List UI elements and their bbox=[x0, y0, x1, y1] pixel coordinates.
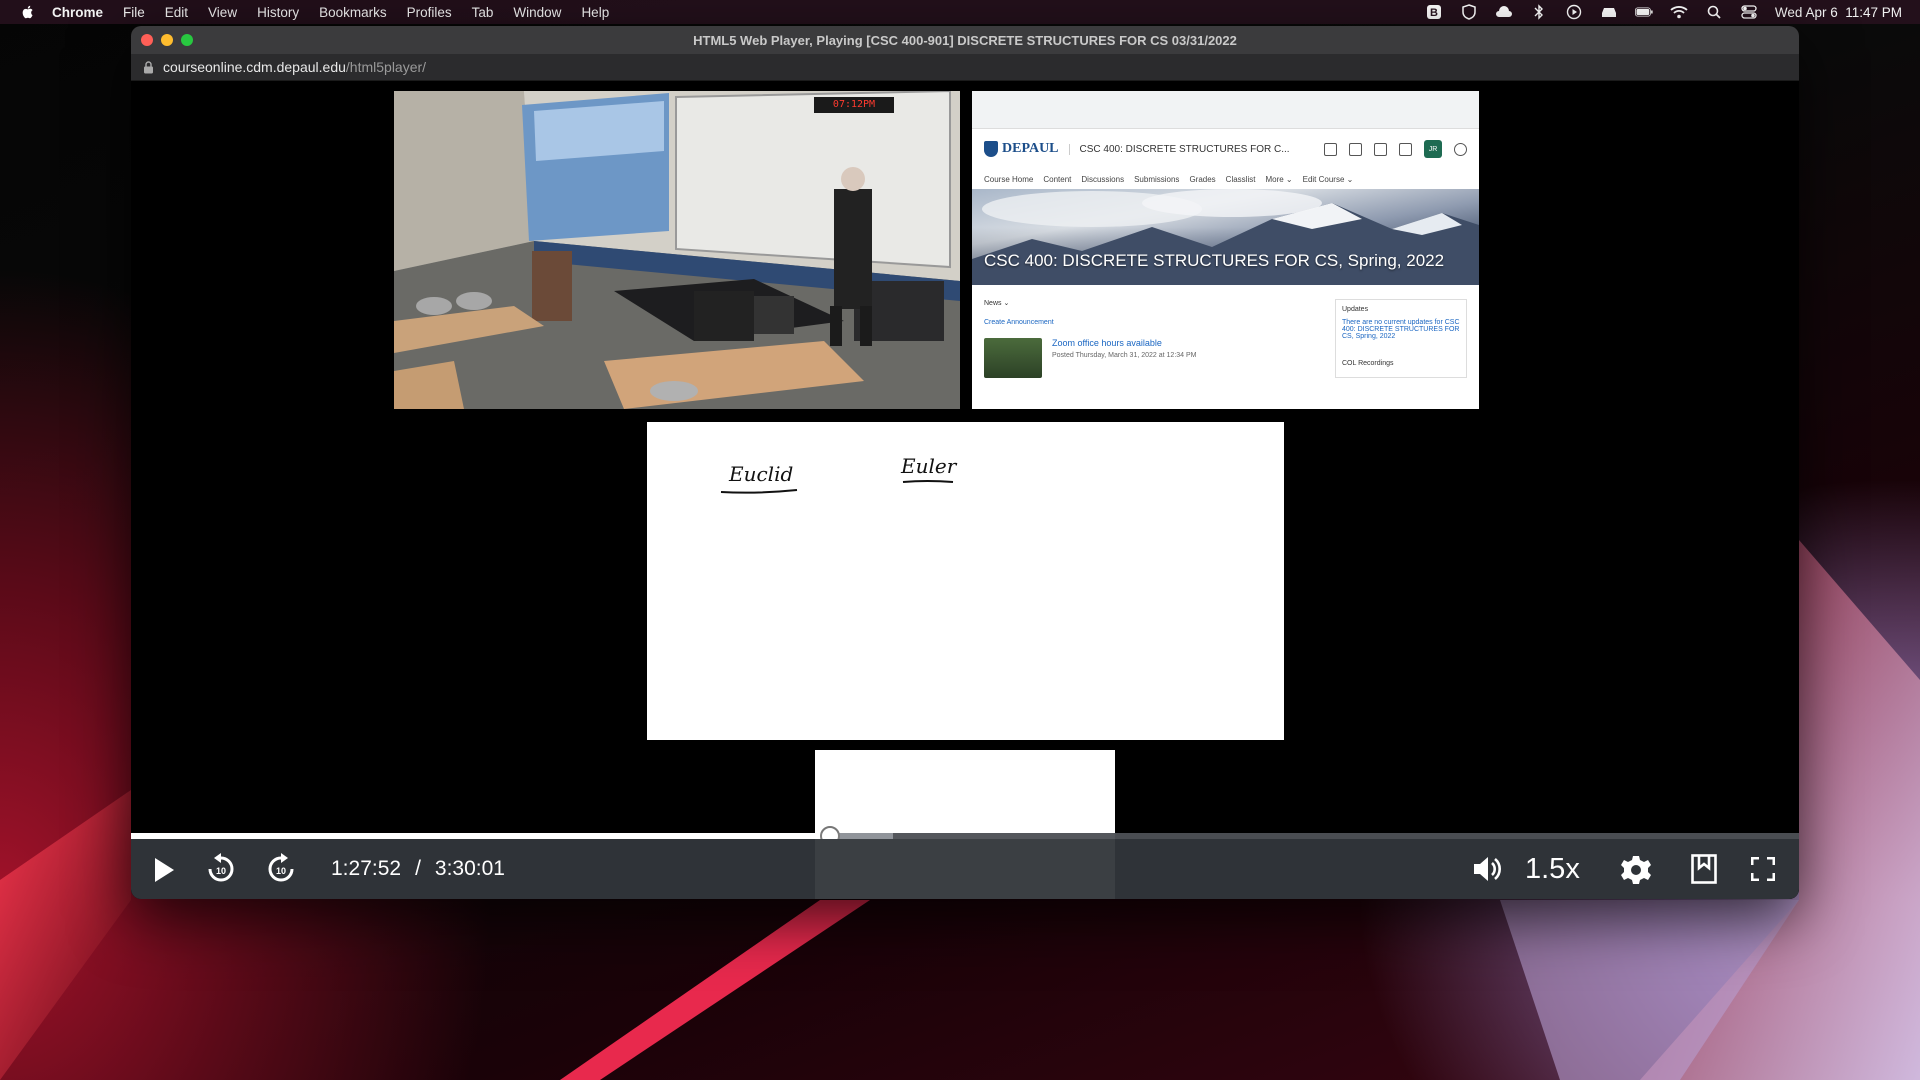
menu-app-name[interactable]: Chrome bbox=[52, 5, 103, 20]
bluetooth-icon[interactable] bbox=[1530, 4, 1548, 20]
search-icon[interactable] bbox=[1705, 4, 1723, 20]
news-item-title: Zoom office hours available bbox=[1052, 338, 1162, 348]
duration: 3:30:01 bbox=[434, 857, 505, 880]
shared-nav-item: Classlist bbox=[1225, 174, 1256, 184]
address-bar[interactable]: courseonline.cdm.depaul.edu/html5player/ bbox=[131, 54, 1799, 81]
news-label: News ⌄ bbox=[984, 300, 1010, 307]
control-center-icon[interactable] bbox=[1740, 4, 1758, 20]
menu-history[interactable]: History bbox=[257, 5, 299, 20]
depaul-logo: DEPAUL bbox=[984, 141, 1059, 157]
menu-help[interactable]: Help bbox=[581, 5, 609, 20]
classroom-camera-feed: 07:12PM bbox=[394, 91, 960, 409]
menu-bookmarks[interactable]: Bookmarks bbox=[319, 5, 387, 20]
course-banner: CSC 400: DISCRETE STRUCTURES FOR CS, Spr… bbox=[972, 189, 1479, 285]
volume-icon bbox=[1474, 857, 1501, 881]
mail-icon bbox=[1349, 142, 1362, 156]
updates-text: There are no current updates for CSC 400… bbox=[1342, 319, 1460, 340]
camera-wall-clock: 07:12PM bbox=[814, 97, 894, 113]
menu-edit[interactable]: Edit bbox=[165, 5, 188, 20]
forward-10-icon: 10 bbox=[268, 853, 294, 882]
bookmark-icon bbox=[1691, 854, 1717, 884]
browser-window: HTML5 Web Player, Playing [CSC 400-901] … bbox=[131, 26, 1799, 899]
time-display: 1:27:52 / 3:30:01 bbox=[331, 857, 505, 881]
shared-nav-item: Submissions bbox=[1134, 174, 1180, 184]
gear-icon bbox=[1454, 142, 1467, 156]
url-path: /html5player/ bbox=[345, 59, 427, 75]
create-announcement-link: Create Announcement bbox=[984, 319, 1054, 326]
bookmark-button[interactable] bbox=[1689, 853, 1719, 885]
menu-view[interactable]: View bbox=[208, 5, 237, 20]
player-controls: 10 10 1:27:52/3:30:01 1.5x bbox=[131, 833, 1799, 899]
screen-share-feed: DEPAUL CSC 400: DISCRETE STRUCTURES FOR … bbox=[972, 91, 1479, 409]
seek-hover-highlight bbox=[815, 833, 1115, 899]
user-avatar: JR bbox=[1424, 140, 1442, 158]
whiteboard-feed: Euclid Euler bbox=[647, 422, 1284, 740]
play-button[interactable] bbox=[149, 855, 179, 885]
shared-nav-item: Grades bbox=[1189, 174, 1216, 184]
shared-nav-item: More ⌄ bbox=[1265, 174, 1293, 184]
svg-text:B: B bbox=[1430, 7, 1438, 19]
video-player[interactable]: 07:12PM DEPAUL CSC 400: DISCRETE STRUCTU… bbox=[131, 81, 1799, 899]
time-separator: / bbox=[415, 857, 421, 880]
fullscreen-icon bbox=[1751, 857, 1775, 881]
shared-browser-chrome bbox=[972, 91, 1479, 129]
grid-icon bbox=[1324, 142, 1337, 156]
car-icon[interactable] bbox=[1600, 4, 1618, 20]
col-recordings-label: COL Recordings bbox=[1342, 360, 1394, 367]
fullscreen-button[interactable] bbox=[1749, 855, 1777, 883]
news-item-meta: Posted Thursday, March 31, 2022 at 12:34… bbox=[1052, 352, 1197, 359]
battery-icon[interactable] bbox=[1634, 4, 1653, 20]
maximize-window-button[interactable] bbox=[181, 34, 193, 46]
svg-text:10: 10 bbox=[216, 866, 226, 876]
cloud-icon[interactable] bbox=[1495, 4, 1513, 20]
menu-profiles[interactable]: Profiles bbox=[407, 5, 452, 20]
menu-bar: Chrome File Edit View History Bookmarks … bbox=[0, 0, 1920, 24]
play-circle-icon[interactable] bbox=[1565, 4, 1583, 20]
news-thumbnail bbox=[984, 338, 1042, 378]
course-banner-title: CSC 400: DISCRETE STRUCTURES FOR CS, Spr… bbox=[984, 251, 1445, 270]
window-titlebar: HTML5 Web Player, Playing [CSC 400-901] … bbox=[131, 26, 1799, 54]
shared-lms-header: DEPAUL CSC 400: DISCRETE STRUCTURES FOR … bbox=[972, 129, 1479, 169]
window-title: HTML5 Web Player, Playing [CSC 400-901] … bbox=[693, 32, 1237, 48]
wifi-icon[interactable] bbox=[1670, 4, 1688, 20]
svg-text:10: 10 bbox=[276, 866, 286, 876]
settings-button[interactable] bbox=[1619, 853, 1653, 887]
menu-file[interactable]: File bbox=[123, 5, 145, 20]
bell-icon bbox=[1399, 142, 1412, 156]
forward-10-button[interactable]: 10 bbox=[263, 851, 299, 887]
close-window-button[interactable] bbox=[141, 34, 153, 46]
lock-icon bbox=[144, 60, 153, 73]
menu-window[interactable]: Window bbox=[513, 5, 561, 20]
b-icon[interactable]: B bbox=[1425, 4, 1443, 20]
shared-nav-item: Content bbox=[1043, 174, 1072, 184]
current-time: 1:27:52 bbox=[331, 857, 402, 880]
shield-icon[interactable] bbox=[1460, 4, 1478, 20]
rewind-10-icon: 10 bbox=[208, 853, 234, 882]
minimize-window-button[interactable] bbox=[161, 34, 173, 46]
chat-icon bbox=[1374, 142, 1387, 156]
shared-course-nav: Course Home Content Discussions Submissi… bbox=[972, 169, 1479, 189]
gear-icon bbox=[1621, 856, 1651, 884]
updates-widget: Updates There are no current updates for… bbox=[1335, 299, 1467, 378]
shared-nav-item: Edit Course ⌄ bbox=[1302, 174, 1354, 184]
url-host: courseonline.cdm.depaul.edu bbox=[163, 59, 346, 75]
volume-button[interactable] bbox=[1471, 853, 1505, 885]
apple-icon[interactable] bbox=[20, 4, 36, 20]
menubar-clock[interactable]: Wed Apr 6 11:47 PM bbox=[1775, 5, 1902, 20]
menu-tab[interactable]: Tab bbox=[472, 5, 494, 20]
shared-nav-item: Discussions bbox=[1081, 174, 1125, 184]
play-icon bbox=[155, 858, 174, 882]
shared-course-body: News ⌄ Create Announcement Zoom office h… bbox=[972, 285, 1479, 392]
rewind-10-button[interactable]: 10 bbox=[203, 851, 239, 887]
updates-label: Updates bbox=[1342, 306, 1369, 313]
playback-speed-button[interactable]: 1.5x bbox=[1525, 853, 1580, 886]
shared-course-title: CSC 400: DISCRETE STRUCTURES FOR C... bbox=[1068, 143, 1290, 155]
shared-nav-item: Course Home bbox=[984, 174, 1034, 184]
